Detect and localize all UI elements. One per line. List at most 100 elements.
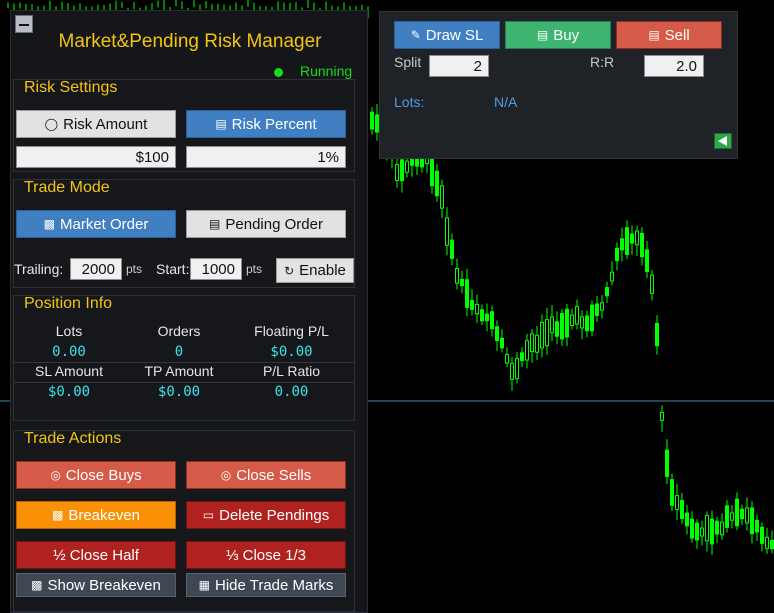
tp-amount-header: TP Amount (144, 363, 214, 379)
money-bag-icon: ◯ (44, 117, 59, 131)
candle-body (565, 308, 569, 338)
section-title: Risk Settings (24, 79, 118, 96)
lots-value: 0.00 (52, 344, 86, 360)
candle-body (715, 520, 719, 535)
candle-body (630, 233, 634, 244)
candle-body (750, 507, 754, 535)
candle-body (495, 326, 499, 342)
candle-body (585, 315, 589, 332)
split-input[interactable]: 2 (429, 55, 489, 77)
start-input[interactable]: 1000 (190, 258, 242, 280)
candle-body (475, 303, 479, 315)
risk-percent-input[interactable]: 1% (186, 146, 346, 168)
hide-trade-marks-button[interactable]: ▦ Hide Trade Marks (186, 573, 346, 597)
candle-body (435, 170, 439, 197)
grid-icon: ▦ (198, 578, 210, 592)
candle-body (520, 352, 524, 362)
order-panel: ✎ Draw SL ▤ Buy ▤ Sell Split 2 R:R 2.0 Lots… (379, 11, 738, 159)
candle-body (705, 515, 709, 542)
risk-amount-input[interactable]: $100 (16, 146, 176, 168)
risk-percent-button[interactable]: ▤ Risk Percent (186, 110, 346, 138)
floating-pl-value: $0.00 (270, 344, 313, 360)
candle-body (445, 217, 449, 246)
candle-body (765, 536, 769, 549)
candle-body (370, 111, 374, 130)
candle-body (680, 500, 684, 519)
chart-icon: ▩ (43, 217, 55, 231)
orders-value: 0 (174, 344, 184, 360)
draw-sl-button[interactable]: ✎ Draw SL (394, 21, 500, 49)
candle-body (515, 358, 519, 380)
candle-body (665, 449, 669, 477)
candle-body (395, 164, 399, 181)
candle-body (510, 362, 514, 380)
candle-body (480, 309, 484, 322)
circle-icon: ◎ (50, 468, 61, 482)
sl-amount-value: $0.00 (47, 384, 91, 400)
close-buys-button[interactable]: ◎ Close Buys (16, 461, 176, 489)
risk-amount-button[interactable]: ◯ Risk Amount (16, 110, 176, 138)
breakeven-button[interactable]: ▩ Breakeven (16, 501, 176, 529)
risk-settings-section: Risk Settings ◯ Risk Amount ▤ Risk Percent… (13, 79, 355, 172)
candle-body (730, 512, 734, 521)
refresh-icon: ↻ (284, 263, 295, 278)
tp-amount-value: $0.00 (157, 384, 201, 400)
split-label: Split (394, 54, 422, 70)
orders-header: Orders (157, 323, 201, 339)
trash-icon: ▭ (202, 508, 215, 522)
section-title: Trade Actions (24, 430, 122, 447)
candle-body (455, 268, 459, 284)
collapse-button[interactable] (714, 133, 732, 149)
document-icon: ▤ (209, 217, 221, 231)
circle-icon: ◎ (220, 468, 232, 482)
start-units: pts (246, 262, 263, 276)
candle-body (610, 271, 614, 282)
status-text: Running (300, 63, 353, 79)
show-breakeven-button[interactable]: ▩ Show Breakeven (16, 573, 176, 597)
market-order-button[interactable]: ▩ Market Order (16, 210, 176, 238)
square-icon: ▩ (31, 578, 43, 592)
candle-body (545, 319, 549, 347)
divider (14, 382, 354, 383)
trailing-label: Trailing: (14, 261, 64, 277)
rr-input[interactable]: 2.0 (644, 55, 704, 77)
section-title: Position Info (24, 295, 113, 312)
delete-pendings-button[interactable]: ▭ Delete Pendings (186, 501, 346, 529)
candle-body (540, 321, 544, 349)
candle-body (525, 340, 529, 361)
sell-button[interactable]: ▤ Sell (616, 21, 722, 49)
trailing-input[interactable]: 2000 (70, 258, 122, 280)
candle-body (535, 334, 539, 353)
status-dot-icon (274, 68, 283, 77)
close-half-button[interactable]: ½ Close Half (16, 541, 176, 569)
candle-body (440, 185, 444, 209)
pl-ratio-header: P/L Ratio (262, 363, 321, 379)
panel-title: Market&Pending Risk Manager (58, 31, 322, 52)
pending-order-button[interactable]: ▤ Pending Order (186, 210, 346, 238)
chart-down-icon: ▤ (648, 28, 660, 42)
lots-value: N/A (494, 94, 518, 110)
close-third-button[interactable]: ⅓ Close 1/3 (186, 541, 346, 569)
candle-body (695, 522, 699, 541)
candle-body (725, 505, 729, 528)
candle-body (755, 519, 759, 533)
chart-up-icon: ▤ (536, 28, 549, 42)
candle-body (605, 287, 609, 297)
candle-body (600, 302, 604, 311)
buy-button[interactable]: ▤ Buy (505, 21, 611, 49)
candle-body (700, 527, 704, 537)
close-sells-button[interactable]: ◎ Close Sells (186, 461, 346, 489)
enable-button[interactable]: ↻ Enable (276, 258, 354, 283)
candle-body (655, 322, 659, 347)
candle-body (685, 512, 689, 527)
candle-body (505, 354, 509, 364)
candle-body (485, 313, 489, 322)
floating-pl-header: Floating P/L (254, 323, 329, 339)
candle-body (470, 300, 474, 310)
candle-body (625, 227, 629, 255)
candle-body (615, 247, 619, 262)
bar-chart-icon: ▤ (215, 117, 227, 131)
candle-body (560, 313, 564, 340)
candle-body (690, 518, 694, 539)
candle-body (460, 279, 464, 287)
